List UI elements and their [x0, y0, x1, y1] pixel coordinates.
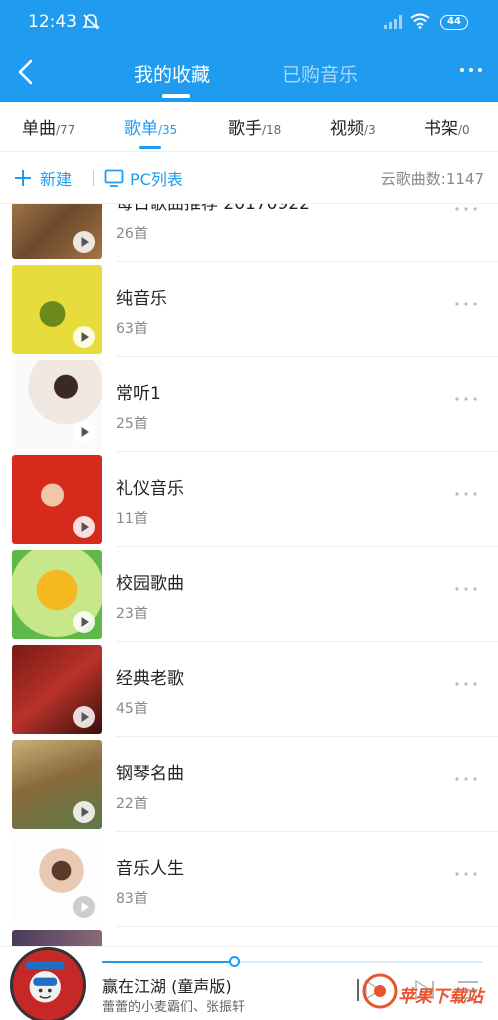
progress-fill: [102, 961, 235, 963]
mute-icon: [82, 14, 100, 30]
play-icon[interactable]: [72, 895, 96, 919]
playlist-title: 礼仪音乐: [116, 479, 184, 499]
play-icon[interactable]: [72, 325, 96, 349]
more-dots-icon[interactable]: [454, 585, 478, 593]
playlist-cover: [12, 360, 102, 449]
signal-icon: [384, 15, 402, 29]
playlist-cover: [12, 740, 102, 829]
playlist-row[interactable]: [0, 927, 498, 946]
subtab-bookshelf[interactable]: 书架/0: [424, 114, 470, 139]
subtab-count: /18: [262, 123, 282, 137]
subtab-count: /35: [158, 123, 178, 137]
more-dots-icon[interactable]: [454, 205, 478, 213]
playlist-row[interactable]: 经典老歌 45首: [0, 642, 498, 737]
more-dots-icon[interactable]: [454, 775, 478, 783]
pc-list-button[interactable]: PC列表: [104, 166, 183, 190]
wifi-icon: [410, 13, 430, 29]
subtab-label: 歌手: [228, 119, 262, 139]
subtab-count: /3: [364, 123, 376, 137]
new-label: 新建: [40, 170, 73, 189]
playlist-song-count: 11首: [116, 511, 148, 527]
subtab-artists[interactable]: 歌手/18: [228, 114, 281, 139]
playlist-row[interactable]: 校园歌曲 23首: [0, 547, 498, 642]
playlist-song-count: 25首: [116, 416, 148, 432]
progress-handle[interactable]: [229, 956, 240, 967]
play-icon[interactable]: [72, 610, 96, 634]
subtab-indicator: [139, 146, 161, 149]
more-dots-icon[interactable]: [454, 490, 478, 498]
playlist-row[interactable]: 钢琴名曲 22首: [0, 737, 498, 832]
subtab-count: /0: [458, 123, 470, 137]
action-row: 新建 PC列表 云歌曲数:1147: [0, 152, 498, 204]
playlist-cover: [12, 265, 102, 354]
now-playing-artist: 蕾蕾的小麦霸们、张振轩: [102, 1000, 246, 1015]
status-bar: 12:43 44: [0, 0, 498, 44]
subtab-label: 歌单: [124, 119, 158, 139]
subtab-videos[interactable]: 视频/3: [330, 114, 376, 139]
more-dots-icon[interactable]: [454, 395, 478, 403]
top-navbar: 我的收藏 已购音乐: [0, 46, 498, 102]
playlist-title: 校园歌曲: [116, 574, 184, 594]
now-playing-cover[interactable]: [10, 947, 86, 1020]
more-dots-icon[interactable]: [454, 870, 478, 878]
playlist-cover: [12, 455, 102, 544]
watermark-text: 苹果下载站: [398, 987, 483, 1007]
mini-player[interactable]: 赢在江湖 (童声版) 蕾蕾的小麦霸们、张振轩 苹果下载站: [0, 946, 498, 1020]
subtab-count: /77: [56, 123, 76, 137]
cover-art-icon: [13, 950, 77, 1014]
cloud-song-count: 云歌曲数:1147: [380, 170, 484, 188]
status-time: 12:43: [28, 12, 77, 32]
more-dots-icon[interactable]: [454, 300, 478, 308]
more-dots-icon[interactable]: [454, 680, 478, 688]
playlist-row[interactable]: 常听1 25首: [0, 357, 498, 452]
playlist-song-count: 26首: [116, 226, 148, 242]
play-icon[interactable]: [72, 230, 96, 254]
playlist-cover: [12, 550, 102, 639]
tab-my-favorites[interactable]: 我的收藏: [134, 60, 210, 87]
playlist-title: 纯音乐: [116, 289, 167, 309]
play-icon[interactable]: [72, 420, 96, 444]
playlist-cover: [12, 930, 102, 946]
subtab-label: 视频: [330, 119, 364, 139]
play-icon[interactable]: [72, 705, 96, 729]
playlist-title: 每日歌曲推荐 20170922: [116, 204, 310, 214]
playlist-title: 常听1: [116, 384, 161, 404]
playlist-song-count: 45首: [116, 701, 148, 717]
playlist-title: 钢琴名曲: [116, 764, 184, 784]
subtab-label: 书架: [424, 119, 458, 139]
now-playing-title: 赢在江湖 (童声版): [102, 977, 232, 996]
tab-purchased-music[interactable]: 已购音乐: [282, 60, 358, 87]
new-playlist-button[interactable]: 新建: [14, 166, 72, 190]
playlist-cover: [12, 204, 102, 259]
playlist-cover: [12, 645, 102, 734]
playlist-title: 经典老歌: [116, 669, 184, 689]
playlist-list: 每日歌曲推荐 20170922 26首 纯音乐 63首 常听1 25首 礼仪音乐…: [0, 204, 498, 946]
subtab-label: 单曲: [22, 119, 56, 139]
playlist-song-count: 22首: [116, 796, 148, 812]
playlist-song-count: 83首: [116, 891, 148, 907]
playlist-cover: [12, 835, 102, 924]
app-header: 12:43 44 我的收藏 已购音乐: [0, 0, 498, 102]
chevron-left-icon[interactable]: [14, 58, 38, 86]
active-tab-indicator: [162, 94, 190, 98]
playlist-row[interactable]: 音乐人生 83首: [0, 832, 498, 927]
playlist-row[interactable]: 礼仪音乐 11首: [0, 452, 498, 547]
subtab-singles[interactable]: 单曲/77: [22, 114, 75, 139]
monitor-icon: [104, 169, 124, 187]
pc-list-label: PC列表: [130, 170, 183, 189]
category-tabs: 单曲/77 歌单/35 歌手/18 视频/3 书架/0: [0, 102, 498, 152]
subtab-playlists[interactable]: 歌单/35: [124, 114, 177, 139]
more-dots-icon[interactable]: [458, 60, 484, 80]
divider: [93, 170, 94, 186]
playlist-row[interactable]: 纯音乐 63首: [0, 262, 498, 357]
playlist-title: 音乐人生: [116, 859, 184, 879]
playlist-row[interactable]: 每日歌曲推荐 20170922 26首: [0, 204, 498, 262]
play-icon[interactable]: [72, 800, 96, 824]
playlist-song-count: 63首: [116, 321, 148, 337]
plus-icon: [15, 170, 31, 186]
play-icon[interactable]: [72, 515, 96, 539]
battery-indicator: 44: [440, 15, 468, 30]
playlist-song-count: 23首: [116, 606, 148, 622]
